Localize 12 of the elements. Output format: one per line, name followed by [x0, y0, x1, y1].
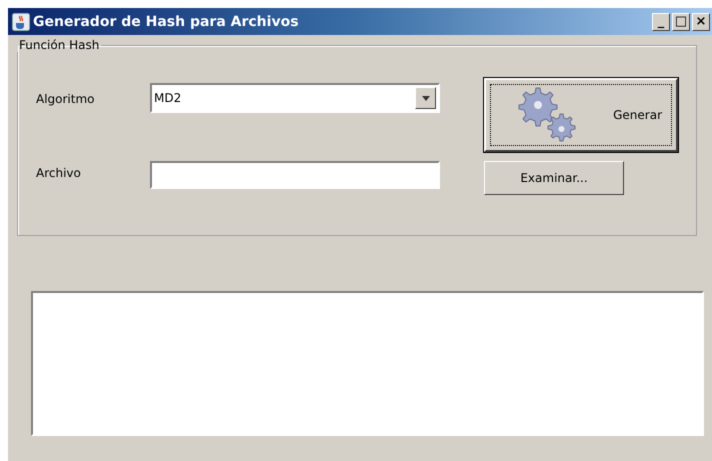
window-title: Generador de Hash para Archivos	[33, 14, 300, 30]
field-label: Algoritmo	[36, 92, 96, 106]
minimize-button[interactable]: _	[652, 12, 670, 30]
file-path-field[interactable]	[150, 161, 440, 189]
cup-icon	[12, 12, 30, 30]
generate-button[interactable]: Generar	[484, 78, 678, 152]
field-label: Archivo	[36, 166, 82, 180]
close-button[interactable]: ×	[692, 12, 710, 30]
maximize-button[interactable]: □	[672, 12, 690, 30]
algorithm-dropdown[interactable]: MD2	[150, 83, 440, 113]
group-title: Función Hash	[18, 38, 100, 52]
browse-button[interactable]: Examinar...	[484, 161, 624, 195]
